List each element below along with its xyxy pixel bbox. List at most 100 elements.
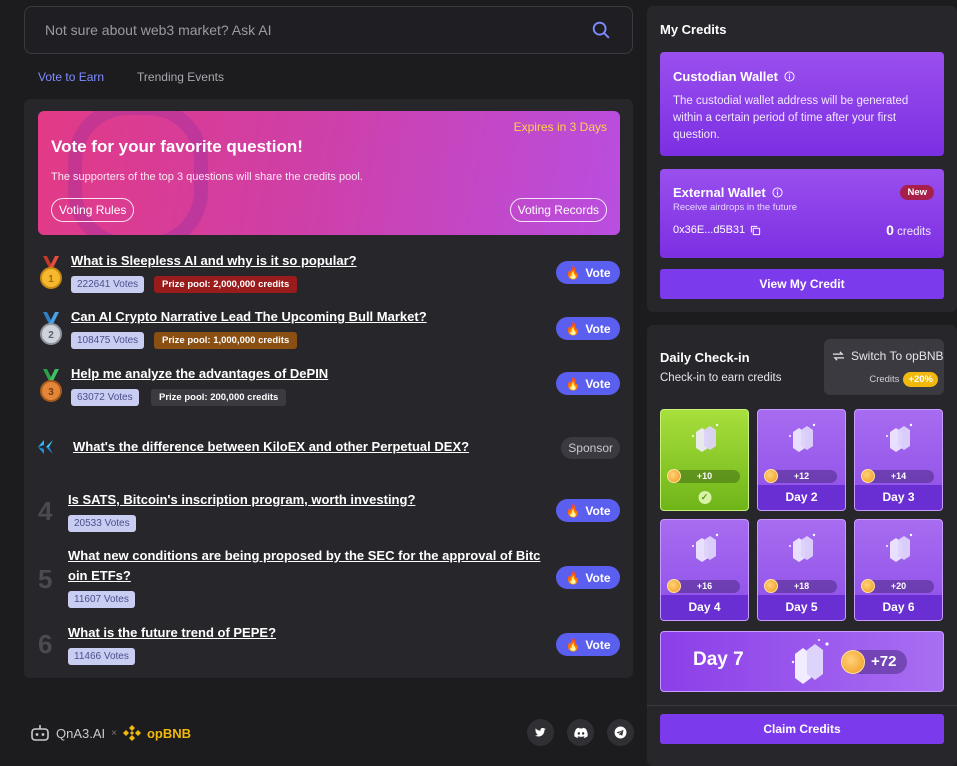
day-4-tile[interactable]: +16 Day 4 (660, 519, 749, 621)
crystal-icon (885, 423, 912, 452)
vote-button[interactable]: 🔥 Vote (556, 566, 620, 589)
vote-button[interactable]: 🔥 Vote (556, 633, 620, 656)
tab-trending-events[interactable]: Trending Events (137, 70, 224, 84)
crystal-icon (788, 533, 815, 562)
tab-vote-to-earn[interactable]: Vote to Earn (38, 70, 104, 84)
crystal-icon (691, 423, 718, 452)
view-my-credit-button[interactable]: View My Credit (660, 269, 944, 299)
credit-value: 0 (886, 222, 894, 238)
external-wallet-subtitle: Receive airdrops in the future (673, 202, 798, 213)
question-title[interactable]: Help me analyze the advantages of DePIN (71, 364, 328, 384)
crystal-icon (691, 533, 718, 562)
reward-value: +16 (696, 581, 713, 591)
vote-count: 11466 Votes (68, 648, 135, 665)
day-1-tile[interactable]: +10 ✓ (660, 409, 749, 511)
vote-panel: Expires in 3 Days Vote for your favorite… (24, 99, 633, 678)
vote-count: 222641 Votes (71, 276, 145, 293)
reward-value: +18 (793, 581, 810, 591)
fire-icon: 🔥 (565, 503, 581, 518)
switch-credits: Credits +20% (869, 372, 938, 387)
day-label: Day 5 (758, 595, 845, 620)
fire-icon: 🔥 (565, 570, 581, 585)
new-badge: New (900, 185, 934, 200)
banner-description: The supporters of the top 3 questions wi… (51, 171, 363, 183)
rank-number: 5 (38, 564, 53, 594)
vote-button[interactable]: 🔥 Vote (556, 317, 620, 340)
svg-text:3: 3 (48, 387, 54, 398)
reward-value: +72 (871, 653, 897, 670)
day-5-tile[interactable]: +18 Day 5 (757, 519, 846, 621)
bnb-logo-icon (122, 725, 141, 741)
voting-records-button[interactable]: Voting Records (509, 198, 607, 222)
twitter-icon[interactable] (527, 719, 554, 746)
claim-credits-button[interactable]: Claim Credits (660, 714, 944, 744)
reward-bar: +10 (667, 469, 740, 483)
day-label: Day 4 (661, 595, 748, 620)
vote-label: Vote (585, 321, 611, 336)
reward-value: +20 (890, 581, 907, 591)
switch-to-opbnb-button[interactable]: Switch To opBNB Credits +20% (824, 339, 944, 395)
day-3-tile[interactable]: +14 Day 3 (854, 409, 943, 511)
svg-text:2: 2 (48, 330, 54, 341)
vote-button[interactable]: 🔥 Vote (556, 499, 620, 522)
brand-name: QnA3.AI (56, 725, 106, 741)
vote-count: 20533 Votes (68, 515, 136, 532)
coin-icon (764, 579, 778, 593)
reward-value: +10 (696, 471, 713, 481)
sponsor-badge: Sponsor (561, 437, 620, 459)
day-2-tile[interactable]: +12 Day 2 (757, 409, 846, 511)
ask-ai-search-bar[interactable] (24, 6, 633, 54)
day-7-tile[interactable]: Day 7 +72 (660, 631, 944, 692)
search-icon[interactable] (590, 19, 612, 41)
day-6-tile[interactable]: +20 Day 6 (854, 519, 943, 621)
search-input[interactable] (45, 22, 590, 38)
crystal-icon (788, 423, 815, 452)
vote-banner: Expires in 3 Days Vote for your favorite… (38, 111, 620, 235)
bronze-medal-icon: 3 (40, 369, 62, 402)
switch-credits-label: Credits (869, 374, 900, 385)
info-icon[interactable] (772, 187, 783, 198)
reward-bar: +16 (667, 579, 740, 593)
coin-icon (861, 469, 875, 483)
reward-bar: +12 (764, 469, 837, 483)
discord-icon[interactable] (567, 719, 594, 746)
copy-icon[interactable] (750, 225, 761, 236)
vote-button[interactable]: 🔥 Vote (556, 261, 620, 284)
sponsor-question-title[interactable]: What's the difference between KiloEX and… (73, 437, 469, 457)
my-credits-card: My Credits Custodian Wallet The custodia… (647, 6, 957, 312)
bonus-badge: +20% (903, 372, 938, 387)
coin-icon (764, 469, 778, 483)
crystal-icon (885, 533, 912, 562)
vote-button[interactable]: 🔥 Vote (556, 372, 620, 395)
question-title[interactable]: Can AI Crypto Narrative Lead The Upcomin… (71, 307, 427, 327)
voting-rules-button[interactable]: Voting Rules (51, 198, 135, 222)
day-7-label: Day 7 (693, 649, 744, 670)
vote-count: 63072 Votes (71, 389, 139, 406)
question-title[interactable]: What is Sleepless AI and why is it so po… (71, 251, 357, 271)
fire-icon: 🔥 (565, 376, 581, 391)
telegram-icon[interactable] (607, 719, 634, 746)
check-icon: ✓ (698, 491, 711, 504)
reward-value: +14 (890, 471, 907, 481)
external-wallet-label: External Wallet (673, 185, 766, 200)
fire-icon: 🔥 (565, 321, 581, 336)
question-title-line2[interactable]: oin ETFs? (68, 566, 131, 586)
custodian-wallet-text: The custodial wallet address will be gen… (673, 95, 909, 141)
expires-label: Expires in 3 Days (513, 120, 607, 134)
reward-bar: +18 (764, 579, 837, 593)
banner-title: Vote for your favorite question! (51, 137, 303, 156)
rank-number: 4 (38, 496, 53, 526)
crystal-icon (791, 639, 829, 684)
switch-label: Switch To opBNB (851, 349, 944, 363)
footer-brand: QnA3.AI × opBNB (30, 724, 191, 742)
question-title-line1[interactable]: What new conditions are being proposed b… (68, 546, 540, 566)
question-title[interactable]: What is the future trend of PEPE? (68, 623, 276, 643)
vote-count: 108475 Votes (71, 332, 145, 349)
day-7-reward: +72 (841, 650, 908, 674)
question-title[interactable]: Is SATS, Bitcoin's inscription program, … (68, 490, 415, 510)
external-wallet-box: External Wallet New Receive airdrops in … (660, 169, 944, 258)
info-icon[interactable] (784, 71, 795, 82)
reward-bar: +20 (861, 579, 934, 593)
rank-number: 6 (38, 629, 53, 659)
custodian-wallet-box: Custodian Wallet The custodial wallet ad… (660, 52, 944, 156)
